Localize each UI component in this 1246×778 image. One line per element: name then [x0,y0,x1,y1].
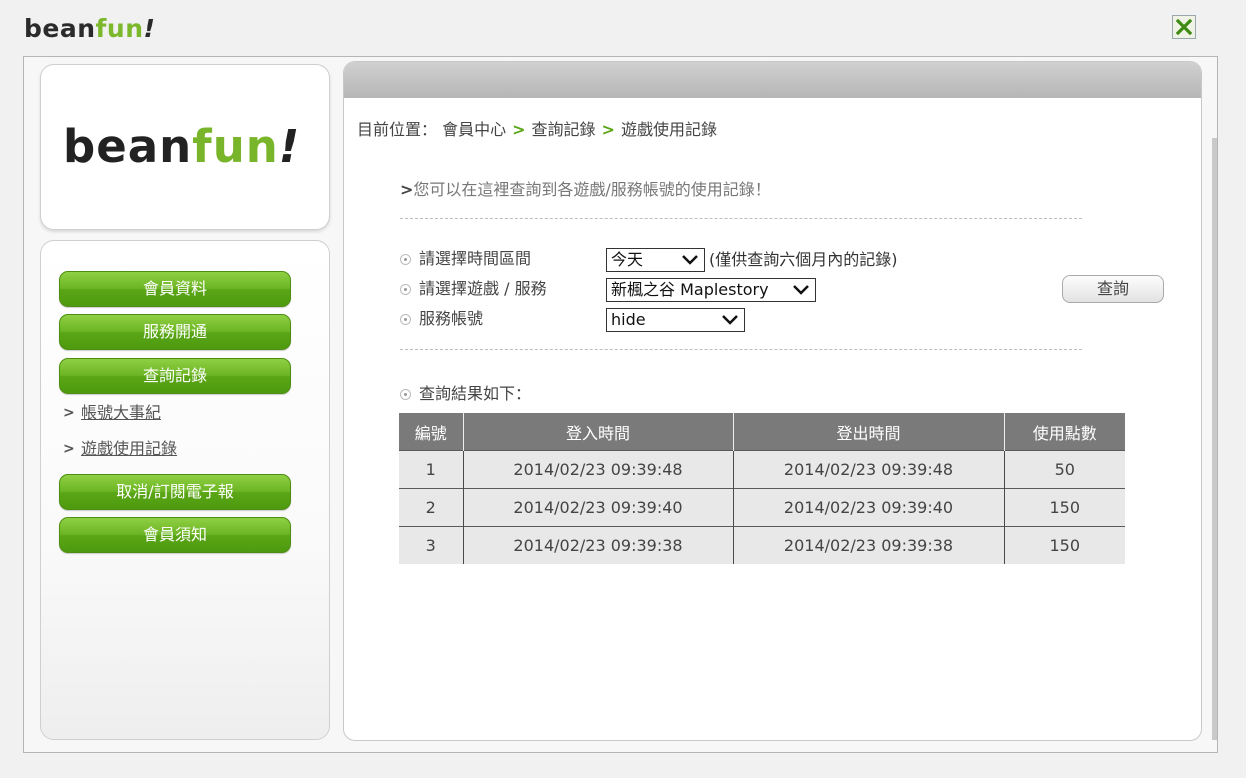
breadcrumb-game-usage: 遊戲使用記錄 [620,120,717,139]
bullet-icon [400,388,411,400]
intro-text-label: 您可以在這裡查詢到各遊戲/服務帳號的使用記錄！ [413,180,771,199]
chevron-down-icon [682,255,698,265]
scrollbar[interactable] [1212,138,1217,740]
sidebar-link-game-usage[interactable]: > 遊戲使用記錄 [63,438,177,460]
chevron-right-icon: > [512,120,526,139]
time-range-select[interactable]: 今天 [606,248,705,272]
logo-bang: ! [278,120,301,173]
account-value: hide [611,310,646,329]
cell-logout-time: 2014/02/23 09:39:40 [733,488,1005,527]
cell-points: 150 [1004,526,1125,564]
time-range-value: 今天 [611,250,644,269]
main-panel-header [344,62,1201,98]
cell-id: 1 [399,450,464,489]
logo-bean: bean [63,120,193,173]
game-value: 新楓之谷 Maplestory [611,280,769,299]
column-header-login-time: 登入時間 [463,413,734,451]
chevron-right-icon: > [63,405,75,421]
cell-id: 3 [399,526,464,564]
sidebar-link-account-events[interactable]: > 帳號大事紀 [63,402,161,424]
logo-panel: beanfun! [40,64,330,230]
header-logo-bang: ! [143,14,156,43]
cell-login-time: 2014/02/23 09:39:48 [463,450,734,489]
close-icon [1176,19,1192,35]
game-row: 請選擇遊戲 / 服務 [400,277,547,301]
header-logo: beanfun! [24,12,155,46]
account-row: 服務帳號 [400,307,483,331]
table-row: 2 2014/02/23 09:39:40 2014/02/23 09:39:4… [399,488,1125,527]
logo-fun: fun [192,120,279,173]
cell-login-time: 2014/02/23 09:39:40 [463,488,734,527]
bullet-icon [400,283,411,295]
query-records-button[interactable]: 查詢記錄 [59,358,291,394]
member-info-button[interactable]: 會員資料 [59,271,291,307]
sidebar-link-account-events-label: 帳號大事紀 [81,403,162,422]
breadcrumb-member-center[interactable]: 會員中心 [442,120,506,139]
cell-login-time: 2014/02/23 09:39:38 [463,526,734,564]
results-label: 查詢結果如下： [400,382,531,406]
cell-logout-time: 2014/02/23 09:39:48 [733,450,1005,489]
header-logo-bean: bean [24,14,96,43]
results-table: 編號 登入時間 登出時間 使用點數 1 2014/02/23 09:39:48 … [399,413,1125,564]
intro-text: >您可以在這裡查詢到各遊戲/服務帳號的使用記錄！ [400,179,771,201]
close-button[interactable] [1172,15,1196,39]
sidebar-link-game-usage-label: 遊戲使用記錄 [81,439,178,458]
column-header-id: 編號 [399,413,464,451]
breadcrumb-prefix: 目前位置： [357,120,438,139]
beanfun-logo: beanfun! [63,117,300,177]
bullet-icon [400,253,411,265]
results-label-text: 查詢結果如下： [419,384,532,403]
breadcrumb: 目前位置： 會員中心 > 查詢記錄 > 遊戲使用記錄 [357,119,717,141]
chevron-right-icon: > [63,441,75,457]
table-row: 1 2014/02/23 09:39:48 2014/02/23 09:39:4… [399,450,1125,489]
column-header-logout-time: 登出時間 [733,413,1005,451]
chevron-down-icon [722,315,738,325]
divider [400,218,1082,219]
cell-points: 50 [1004,450,1125,489]
game-select[interactable]: 新楓之谷 Maplestory [606,278,816,302]
time-range-note: (僅供查詢六個月內的記錄) [709,250,898,269]
member-notice-button[interactable]: 會員須知 [59,517,291,553]
cell-logout-time: 2014/02/23 09:39:38 [733,526,1005,564]
chevron-right-icon: > [400,180,414,199]
time-range-label: 請選擇時間區間 [419,249,532,268]
account-label: 服務帳號 [419,309,484,328]
newsletter-button[interactable]: 取消/訂閱電子報 [59,474,291,510]
divider [400,349,1082,350]
cell-points: 150 [1004,488,1125,527]
bullet-icon [400,313,411,325]
table-row: 3 2014/02/23 09:39:38 2014/02/23 09:39:3… [399,526,1125,564]
time-range-row: 請選擇時間區間 [400,247,531,271]
game-label: 請選擇遊戲 / 服務 [419,279,547,298]
window-titlebar: beanfun! [0,0,1246,56]
column-header-points: 使用點數 [1004,413,1125,451]
breadcrumb-query-records[interactable]: 查詢記錄 [532,120,596,139]
chevron-right-icon: > [601,120,615,139]
header-logo-fun: fun [95,14,144,43]
account-select[interactable]: hide [606,308,745,332]
chevron-down-icon [793,285,809,295]
cell-id: 2 [399,488,464,527]
query-button[interactable]: 查詢 [1062,275,1164,303]
table-header-row: 編號 登入時間 登出時間 使用點數 [399,413,1125,451]
service-activation-button[interactable]: 服務開通 [59,314,291,350]
